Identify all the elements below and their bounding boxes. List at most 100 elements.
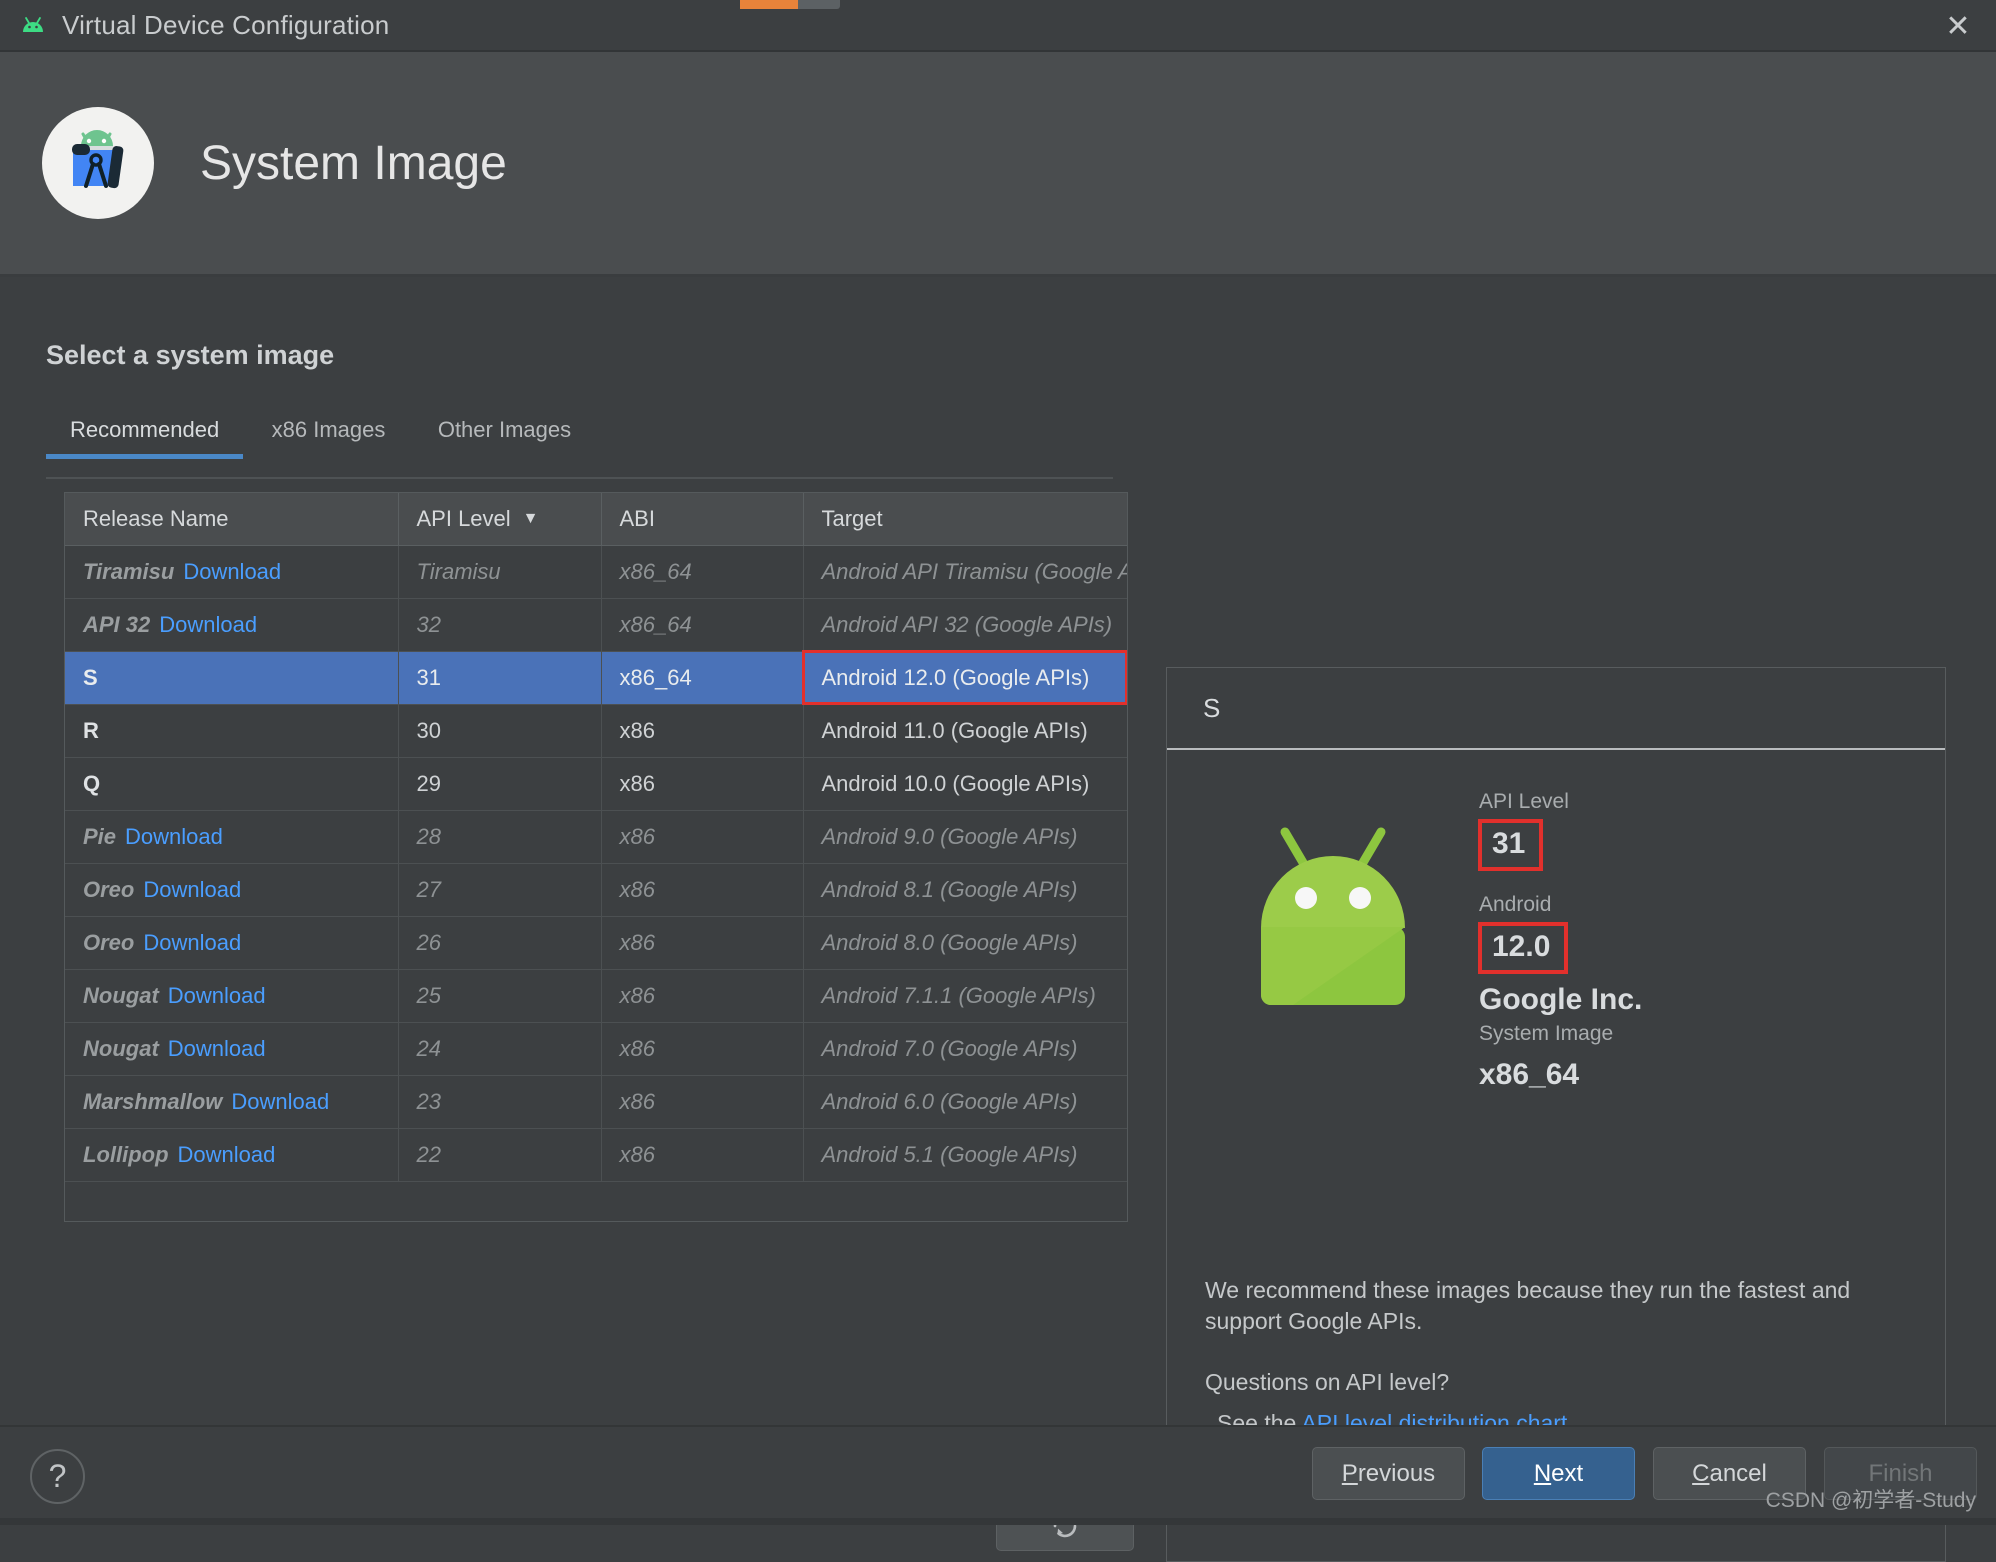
table-row[interactable]: NougatDownload24x86Android 7.0 (Google A… — [65, 1022, 1127, 1075]
recommendation-text: We recommend these images because they r… — [1205, 1275, 1895, 1337]
table-row[interactable]: OreoDownload27x86Android 8.1 (Google API… — [65, 863, 1127, 916]
download-link[interactable]: Download — [231, 1089, 329, 1114]
api-level-value: 31 — [1479, 820, 1542, 870]
cell-abi: x86_64 — [601, 545, 803, 598]
release-name-text: Oreo — [83, 930, 134, 955]
image-category-tabs: Recommended x86 Images Other Images — [46, 417, 1116, 477]
cell-release-name: Nougat Download — [65, 1022, 398, 1075]
previous-button[interactable]: Previous — [1312, 1447, 1465, 1500]
wizard-footer: ? Previous Next Cancel Finish CSDN @初学者-… — [0, 1425, 1996, 1525]
cell-target: Android 12.0 (Google APIs) — [803, 651, 1127, 704]
download-link[interactable]: Download — [143, 877, 241, 902]
table-row[interactable]: R30x86Android 11.0 (Google APIs) — [65, 704, 1127, 757]
android-robot-icon — [1243, 820, 1423, 1010]
cancel-label: ancel — [1709, 1460, 1766, 1487]
cell-abi: x86_64 — [601, 651, 803, 704]
help-button[interactable]: ? — [30, 1449, 85, 1504]
next-label: ext — [1551, 1460, 1583, 1487]
cell-api-level: 30 — [398, 704, 601, 757]
cell-target: Android 10.0 (Google APIs) — [803, 757, 1127, 810]
api-level-label: API Level — [1479, 790, 1569, 814]
column-header-api-level[interactable]: API Level▼ — [398, 493, 601, 545]
download-link[interactable]: Download — [159, 612, 257, 637]
progress-indicator — [740, 0, 840, 9]
api-level-spec: API Level 31 — [1479, 790, 1569, 870]
release-name-text: Tiramisu — [83, 559, 174, 584]
download-link[interactable]: Download — [168, 1036, 266, 1061]
tab-recommended[interactable]: Recommended — [46, 417, 243, 459]
cell-release-name: Lollipop Download — [65, 1128, 398, 1181]
cell-release-name: S — [65, 651, 398, 704]
cell-abi: x86 — [601, 1075, 803, 1128]
download-link[interactable]: Download — [168, 983, 266, 1008]
tab-other-images[interactable]: Other Images — [414, 417, 595, 459]
system-image-table: Release Name API Level▼ ABI Target Tiram… — [65, 493, 1128, 1182]
download-link[interactable]: Download — [183, 559, 281, 584]
table-body: Tiramisu DownloadTiramisu x86_64Android AP… — [65, 545, 1127, 1181]
window-titlebar: Virtual Device Configuration ✕ — [0, 0, 1996, 50]
release-name-text: Lollipop — [83, 1142, 169, 1167]
cancel-mnemonic: C — [1692, 1460, 1709, 1487]
column-header-release-name[interactable]: Release Name — [65, 493, 398, 545]
cell-release-name: Marshmallow Download — [65, 1075, 398, 1128]
android-version-label: Android — [1479, 893, 1642, 917]
cell-release-name: Oreo Download — [65, 916, 398, 969]
cell-api-level: 29 — [398, 757, 601, 810]
download-link[interactable]: Download — [178, 1142, 276, 1167]
cell-abi: x86 — [601, 916, 803, 969]
android-version-spec: Android 12.0 Google Inc. — [1479, 893, 1642, 1017]
previous-mnemonic: P — [1342, 1460, 1358, 1487]
system-image-value: x86_64 — [1479, 1058, 1613, 1092]
column-header-target[interactable]: Target — [803, 493, 1127, 545]
system-image-table-container[interactable]: Release Name API Level▼ ABI Target Tiram… — [64, 492, 1128, 1222]
cell-api-level: 27 — [398, 863, 601, 916]
tab-x86-images[interactable]: x86 Images — [248, 417, 410, 459]
android-robot-icon — [18, 10, 48, 40]
cell-abi: x86 — [601, 757, 803, 810]
close-icon[interactable]: ✕ — [1934, 6, 1982, 46]
window-bottom-edge — [0, 1518, 1996, 1525]
cell-release-name: API 32Download — [65, 598, 398, 651]
details-title: S — [1203, 693, 1220, 724]
details-header: S — [1167, 668, 1945, 750]
table-row[interactable]: PieDownload28x86Android 9.0 (Google APIs… — [65, 810, 1127, 863]
cell-release-name: Oreo Download — [65, 863, 398, 916]
table-row[interactable]: OreoDownload26x86Android 8.0 (Google API… — [65, 916, 1127, 969]
cell-abi: x86 — [601, 863, 803, 916]
release-name-text: Q — [83, 771, 100, 796]
release-name-text: S — [83, 665, 98, 690]
tab-underline — [46, 477, 1113, 479]
release-name-text: Nougat — [83, 1036, 159, 1061]
table-row[interactable]: API 32Download32x86_64Android API 32 (Go… — [65, 598, 1127, 651]
system-image-spec: System Image x86_64 — [1479, 1022, 1613, 1092]
table-row[interactable]: MarshmallowDownload23x86Android 6.0 (Goo… — [65, 1075, 1127, 1128]
cell-abi: x86 — [601, 810, 803, 863]
cell-target: Android API Tiramisu (Google APIs) — [803, 545, 1127, 598]
cell-api-level: 22 — [398, 1128, 601, 1181]
previous-label: revious — [1358, 1460, 1435, 1487]
column-header-abi[interactable]: ABI — [601, 493, 803, 545]
cell-api-level: 32 — [398, 598, 601, 651]
cell-release-name: Tiramisu Download — [65, 545, 398, 598]
table-row[interactable]: LollipopDownload22x86Android 5.1 (Google… — [65, 1128, 1127, 1181]
download-link[interactable]: Download — [125, 824, 223, 849]
table-row[interactable]: Tiramisu DownloadTiramisu x86_64Android AP… — [65, 545, 1127, 598]
download-link[interactable]: Download — [143, 930, 241, 955]
table-row[interactable]: NougatDownload25x86Android 7.1.1 (Google… — [65, 969, 1127, 1022]
cell-abi: x86_64 — [601, 598, 803, 651]
cell-release-name: NougatDownload — [65, 969, 398, 1022]
table-row[interactable]: S31x86_64Android 12.0 (Google APIs) — [65, 651, 1127, 704]
window-title: Virtual Device Configuration — [62, 10, 389, 41]
cell-target: Android 9.0 (Google APIs) — [803, 810, 1127, 863]
release-name-text: R — [83, 718, 99, 743]
next-button[interactable]: Next — [1482, 1447, 1635, 1500]
next-mnemonic: N — [1534, 1460, 1551, 1487]
table-row[interactable]: Q 29x86Android 10.0 (Google APIs) — [65, 757, 1127, 810]
cell-release-name: Q — [65, 757, 398, 810]
cell-api-level: 25 — [398, 969, 601, 1022]
cell-abi: x86 — [601, 704, 803, 757]
release-name-text: Oreo — [83, 877, 134, 902]
cell-target: Android 5.1 (Google APIs) — [803, 1128, 1127, 1181]
cell-target: Android 8.0 (Google APIs) — [803, 916, 1127, 969]
release-name-text: Marshmallow — [83, 1089, 222, 1114]
